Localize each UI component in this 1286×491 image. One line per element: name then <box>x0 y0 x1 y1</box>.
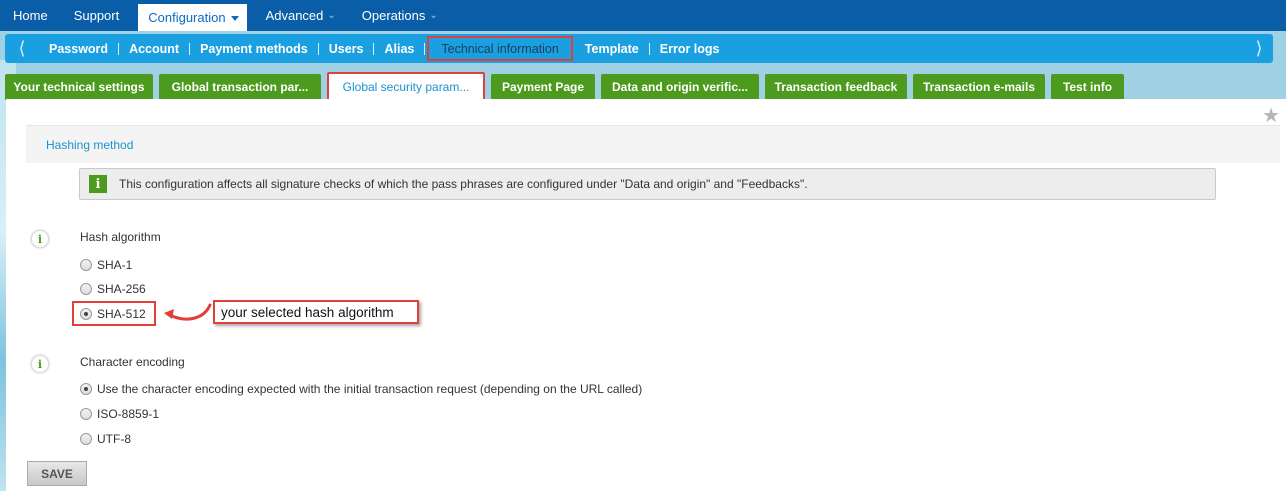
nav-advanced-label: Advanced <box>265 8 324 23</box>
scroll-right-icon[interactable]: ⟩ <box>1249 38 1269 59</box>
info-text: This configuration affects all signature… <box>119 177 808 191</box>
radio-encoding-url[interactable]: Use the character encoding expected with… <box>80 382 642 396</box>
radio-sha256[interactable]: SHA-256 <box>80 282 146 296</box>
sub-navigation: ⟨ Password Account Payment methods Users… <box>5 34 1273 63</box>
character-encoding-label: Character encoding <box>80 355 185 369</box>
nav-operations-label: Operations <box>361 8 426 23</box>
subnav-password[interactable]: Password <box>39 39 118 59</box>
subnav-payment-methods[interactable]: Payment methods <box>190 39 318 59</box>
nav-configuration-label: Configuration <box>148 10 226 25</box>
annotation-callout: your selected hash algorithm <box>213 300 419 324</box>
chevron-down-icon: ⌄ <box>327 10 336 21</box>
subnav-template[interactable]: Template <box>575 39 649 59</box>
subnav-users[interactable]: Users <box>319 39 374 59</box>
tab-technical-settings[interactable]: Your technical settings <box>5 74 153 100</box>
radio-label: Use the character encoding expected with… <box>97 382 643 396</box>
subnav-alias[interactable]: Alias <box>374 39 424 59</box>
tab-transaction-feedback[interactable]: Transaction feedback <box>765 74 907 100</box>
tab-data-origin[interactable]: Data and origin verific... <box>601 74 759 100</box>
curved-arrow-icon <box>164 303 212 321</box>
divider <box>424 42 426 55</box>
nav-support[interactable]: Support <box>61 0 133 31</box>
tab-global-transaction[interactable]: Global transaction par... <box>159 74 321 100</box>
nav-advanced[interactable]: Advanced ⌄ <box>253 0 349 31</box>
info-box: i This configuration affects all signatu… <box>79 168 1216 200</box>
help-icon[interactable]: i <box>31 355 49 373</box>
info-icon: i <box>89 175 107 193</box>
tab-bar: Your technical settings Global transacti… <box>5 72 1124 102</box>
radio-iso-8859-1[interactable]: ISO-8859-1 <box>80 407 159 421</box>
caret-down-icon <box>230 16 239 21</box>
radio-label: SHA-1 <box>97 258 133 272</box>
selection-highlight <box>72 301 156 326</box>
top-navigation: Home Support Configuration Advanced ⌄ Ope… <box>0 0 1286 31</box>
radio-button[interactable] <box>80 433 92 445</box>
hash-algorithm-label: Hash algorithm <box>80 230 161 244</box>
radio-button[interactable] <box>80 259 92 271</box>
radio-label: SHA-256 <box>97 282 146 296</box>
radio-button[interactable] <box>80 408 92 420</box>
callout-text: your selected hash algorithm <box>221 304 394 320</box>
tab-transaction-emails[interactable]: Transaction e-mails <box>913 74 1045 100</box>
save-button[interactable]: SAVE <box>27 461 87 486</box>
nav-configuration[interactable]: Configuration <box>138 4 247 31</box>
radio-button[interactable] <box>80 283 92 295</box>
tab-global-security[interactable]: Global security param... <box>327 72 485 102</box>
radio-label: ISO-8859-1 <box>97 407 160 421</box>
radio-button-selected[interactable] <box>80 383 92 395</box>
tab-test-info[interactable]: Test info <box>1051 74 1124 100</box>
subnav-technical-information[interactable]: Technical information <box>427 36 573 61</box>
chevron-down-icon: ⌄ <box>429 10 438 21</box>
nav-home[interactable]: Home <box>0 0 61 31</box>
help-icon[interactable]: i <box>31 230 49 248</box>
radio-label: UTF-8 <box>97 432 131 446</box>
nav-home-label: Home <box>13 8 48 23</box>
nav-support-label: Support <box>73 8 120 23</box>
section-header[interactable]: Hashing method <box>26 125 1280 163</box>
radio-sha1[interactable]: SHA-1 <box>80 258 132 272</box>
content-panel: ★ Hashing method i This configuration af… <box>6 99 1286 491</box>
section-title: Hashing method <box>46 137 134 152</box>
nav-operations[interactable]: Operations ⌄ <box>349 0 451 31</box>
scroll-left-icon[interactable]: ⟨ <box>5 38 39 59</box>
subnav-account[interactable]: Account <box>119 39 189 59</box>
radio-utf-8[interactable]: UTF-8 <box>80 432 131 446</box>
tab-payment-page[interactable]: Payment Page <box>491 74 595 100</box>
subnav-error-logs[interactable]: Error logs <box>650 39 730 59</box>
